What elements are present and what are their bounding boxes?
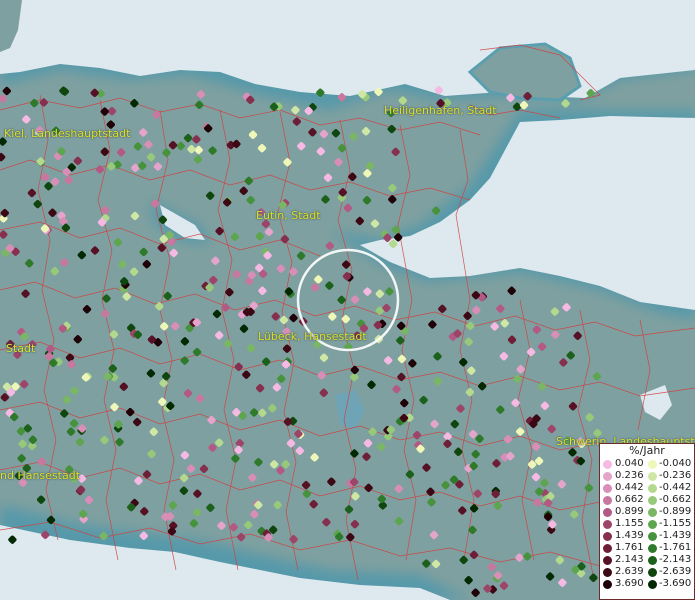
legend-title: %/Jahr: [629, 444, 665, 457]
legend-swatch-positive: [603, 460, 612, 469]
legend-value-positive: 0.899: [615, 506, 644, 517]
legend-swatch-negative: [648, 460, 657, 469]
legend-swatch-positive: [603, 496, 612, 505]
legend-swatch-negative: [648, 580, 657, 589]
legend-value-positive: 3.690: [615, 578, 644, 589]
legend-row: 0.442 -0.442: [600, 482, 694, 494]
legend-swatch-negative: [648, 484, 657, 493]
legend-value-positive: 1.761: [615, 542, 644, 553]
legend-value-positive: 0.662: [615, 494, 644, 505]
legend-value-positive: 0.442: [615, 482, 644, 493]
legend-row: 1.155 -1.155: [600, 518, 694, 530]
legend-row: 1.761 -1.761: [600, 542, 694, 554]
legend-swatch-positive: [603, 568, 612, 577]
legend-value-positive: 1.439: [615, 530, 644, 541]
legend-swatch-negative: [648, 472, 657, 481]
legend-row: 0.662 -0.662: [600, 494, 694, 506]
legend-value-negative: -0.442: [659, 482, 692, 493]
legend-swatch-positive: [603, 556, 612, 565]
legend-swatch-negative: [648, 544, 657, 553]
legend-swatch-positive: [603, 544, 612, 553]
legend-swatch-negative: [648, 568, 657, 577]
legend-value-positive: 1.155: [615, 518, 644, 529]
legend-swatch-negative: [648, 508, 657, 517]
legend-row: 2.639 -2.639: [600, 566, 694, 578]
legend-swatch-positive: [603, 484, 612, 493]
legend-row: 0.040 -0.040: [600, 458, 694, 470]
legend-value-negative: -0.662: [659, 494, 692, 505]
legend-value-negative: -0.899: [659, 506, 692, 517]
city-label-hansestadt: nd Hansestadt: [0, 469, 81, 482]
legend-value-positive: 2.143: [615, 554, 644, 565]
legend-value-positive: 0.236: [615, 470, 644, 481]
legend-row: 3.690 -3.690: [600, 578, 694, 590]
legend-swatch-positive: [603, 508, 612, 517]
legend-swatch-positive: [603, 532, 612, 541]
legend-row: 2.143 -2.143: [600, 554, 694, 566]
legend-row: 1.439 -1.439: [600, 530, 694, 542]
legend-value-positive: 0.040: [615, 458, 644, 469]
legend-swatch-negative: [648, 556, 657, 565]
legend-swatch-negative: [648, 496, 657, 505]
legend-value-negative: -0.236: [659, 470, 692, 481]
city-label-stadt: Stadt: [6, 342, 36, 355]
legend-row: 0.899 -0.899: [600, 506, 694, 518]
legend-value-negative: -1.761: [659, 542, 692, 553]
legend: %/Jahr 0.040 -0.040 0.236 -0.236 0.442 -0.442…: [599, 443, 695, 600]
legend-row: 0.236 -0.236: [600, 470, 694, 482]
map-canvas[interactable]: [0, 0, 695, 600]
legend-swatch-positive: [603, 520, 612, 529]
legend-value-negative: -3.690: [659, 578, 692, 589]
city-label-heiligenhafen: Heiligenhafen, Stadt: [384, 104, 497, 117]
city-label-kiel: Kiel, Landeshauptstadt: [4, 127, 131, 140]
legend-swatch-positive: [603, 580, 612, 589]
legend-value-negative: -1.155: [659, 518, 692, 529]
city-label-eutin: Eutin, Stadt: [256, 209, 321, 222]
legend-value-negative: -2.143: [659, 554, 692, 565]
legend-value-positive: 2.639: [615, 566, 644, 577]
legend-value-negative: -0.040: [659, 458, 692, 469]
legend-swatch-positive: [603, 472, 612, 481]
legend-value-negative: -2.639: [659, 566, 692, 577]
legend-value-negative: -1.439: [659, 530, 692, 541]
legend-rows: 0.040 -0.040 0.236 -0.236 0.442 -0.442 0.662 -0…: [600, 458, 694, 590]
city-label-luebeck: Lübeck, Hansestadt: [258, 330, 367, 343]
legend-swatch-negative: [648, 532, 657, 541]
legend-swatch-negative: [648, 520, 657, 529]
